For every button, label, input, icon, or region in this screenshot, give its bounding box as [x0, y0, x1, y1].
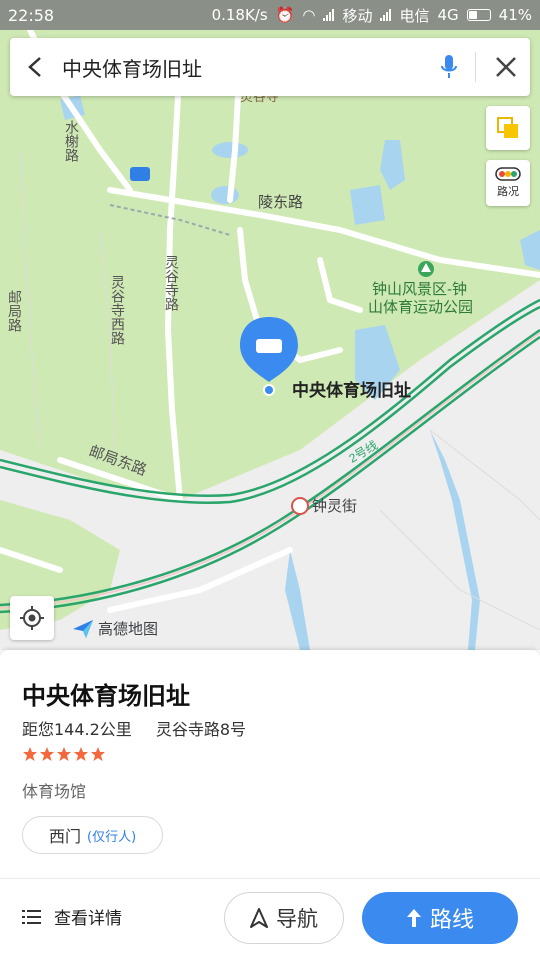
navigate-button[interactable]: 导航 — [224, 892, 344, 944]
sheet-divider — [0, 878, 540, 879]
place-meta: 距您144.2公里 灵谷寺路8号 — [22, 716, 246, 740]
route-button[interactable]: 路线 — [362, 892, 518, 944]
label-park-line2: 山体育运动公园 — [368, 299, 473, 316]
microphone-icon — [441, 55, 457, 78]
back-arrow-icon — [28, 57, 41, 77]
amap-logo-icon — [73, 619, 93, 638]
layers-button[interactable] — [486, 106, 530, 150]
view-details-label: 查看详情 — [54, 909, 122, 929]
signal-icon — [323, 9, 335, 21]
layers-icon — [497, 117, 518, 138]
label-place-marker: 中央体育场旧址 — [292, 380, 411, 400]
locate-icon — [20, 606, 44, 630]
search-bar[interactable]: 中央体育场旧址 — [10, 38, 530, 96]
place-category: 体育场馆 — [22, 782, 87, 801]
signal-icon-2 — [380, 9, 392, 21]
place-distance: 距您144.2公里 — [22, 720, 132, 739]
entrance-chip[interactable]: 西门 (仅行人) — [22, 816, 164, 854]
close-icon — [496, 57, 516, 77]
place-detail-sheet[interactable]: 中央体育场旧址 距您144.2公里 灵谷寺路8号 体育场馆 西门 (仅行人) 查… — [0, 650, 540, 960]
map-brand: 高德地图 — [72, 618, 158, 639]
star-icon — [57, 747, 71, 761]
voice-search-button[interactable] — [429, 38, 469, 96]
water-pond-2 — [211, 186, 239, 204]
label-park-line1: 钟山风景区-钟 — [372, 281, 467, 298]
network-type: 4G — [437, 6, 459, 24]
map-view[interactable]: 灵谷寺 陵东路 钟山风景区-钟 山体育运动公园 中央体育场旧址 钟灵街 2号线 … — [0, 30, 540, 650]
list-icon — [22, 909, 41, 924]
carrier-1: 移动 — [342, 6, 373, 25]
status-right: 0.18K/s ⏰ ◠ 移动 电信 4G 41% — [212, 5, 532, 26]
water-pond-4 — [350, 185, 385, 225]
place-title: 中央体育场旧址 — [22, 682, 190, 710]
label-shuixie-road: 水榭路 — [64, 120, 80, 162]
view-details-button[interactable]: 查看详情 — [22, 904, 122, 929]
close-search-button[interactable] — [482, 38, 530, 96]
label-youju-road: 邮局路 — [7, 290, 23, 332]
star-icon — [23, 747, 37, 761]
traffic-button[interactable]: 路况 — [486, 160, 530, 206]
metro-station-icon — [291, 497, 309, 515]
search-divider — [475, 52, 476, 82]
entrance-name: 西门 — [49, 827, 82, 846]
wifi-icon: ◠ — [302, 6, 316, 24]
battery-level: 41% — [498, 6, 532, 24]
bus-station-icon — [130, 167, 150, 181]
star-icon — [40, 747, 54, 761]
status-bar: 22:58 0.18K/s ⏰ ◠ 移动 电信 4G 41% — [0, 0, 540, 30]
star-icon — [74, 747, 88, 761]
route-label: 路线 — [429, 908, 474, 933]
label-linggusi-west-road: 灵谷寺西路 — [110, 275, 126, 345]
navigation-arrow-icon — [250, 908, 268, 928]
entrance-note: (仅行人) — [87, 829, 137, 845]
carrier-2: 电信 — [399, 6, 430, 25]
map-canvas[interactable]: 灵谷寺 陵东路 钟山风景区-钟 山体育运动公园 中央体育场旧址 钟灵街 2号线 … — [0, 30, 540, 650]
battery-icon — [466, 9, 491, 21]
brand-name: 高德地图 — [98, 620, 159, 638]
label-lingdong-road: 陵东路 — [258, 194, 303, 211]
back-button[interactable] — [10, 38, 62, 96]
traffic-label: 路况 — [497, 185, 519, 198]
label-linggusi-road: 灵谷寺路 — [164, 255, 180, 311]
star-icon — [91, 747, 105, 761]
network-speed: 0.18K/s — [211, 6, 268, 24]
navigate-label: 导航 — [276, 907, 318, 931]
rating-stars — [22, 746, 106, 762]
water-pond-1 — [212, 142, 248, 158]
alarm-icon: ⏰ — [275, 6, 295, 24]
search-query[interactable]: 中央体育场旧址 — [62, 53, 429, 82]
locate-me-button[interactable] — [10, 596, 54, 640]
status-time: 22:58 — [8, 5, 55, 25]
traffic-light-icon — [495, 167, 521, 181]
place-address: 灵谷寺路8号 — [155, 720, 246, 739]
label-zhongling-station: 钟灵街 — [312, 498, 357, 515]
route-arrow-icon — [406, 909, 421, 927]
